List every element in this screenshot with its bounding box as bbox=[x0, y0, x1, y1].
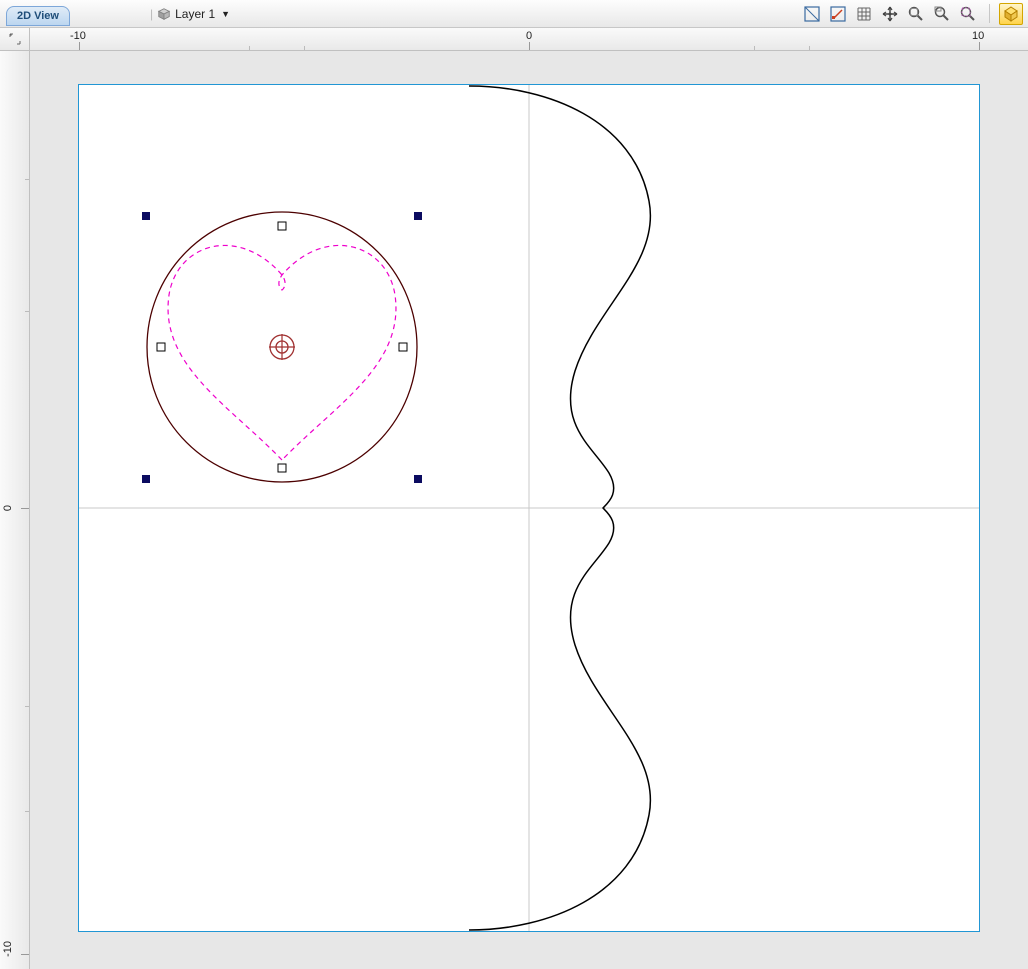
ruler-horizontal[interactable]: -10 0 10 bbox=[30, 28, 1028, 51]
snap-object-button[interactable] bbox=[800, 3, 824, 25]
zoom-extents-button[interactable] bbox=[904, 3, 928, 25]
origin-marker-icon bbox=[9, 33, 21, 45]
layer-dropdown[interactable]: | Layer 1 ▼ bbox=[148, 0, 232, 27]
ruler-h-pos10-label: 10 bbox=[972, 30, 984, 42]
snap-object-icon bbox=[803, 5, 821, 23]
zoom-window-button[interactable] bbox=[930, 3, 954, 25]
top-toolbar: 2D View 3D View | Layer 1 ▼ bbox=[0, 0, 1028, 28]
ruler-origin-corner[interactable] bbox=[0, 28, 30, 51]
zoom-selection-icon bbox=[959, 5, 977, 23]
tab-2d-view[interactable]: 2D View bbox=[6, 6, 70, 26]
material-boundary[interactable] bbox=[79, 85, 979, 931]
ruler-h-zero-label: 0 bbox=[526, 30, 532, 42]
canvas-viewport[interactable] bbox=[30, 51, 1028, 969]
layer-icon bbox=[157, 7, 171, 21]
zoom-selection-button[interactable] bbox=[956, 3, 980, 25]
tab-3d-view-label: 3D View bbox=[77, 10, 119, 22]
zoom-extents-icon bbox=[907, 5, 925, 23]
ruler-h-neg10-label: -10 bbox=[70, 30, 86, 42]
axis-guides bbox=[79, 85, 979, 931]
snap-point-icon bbox=[829, 5, 847, 23]
toggle-composite-button[interactable] bbox=[999, 3, 1023, 25]
layer-name-label: Layer 1 bbox=[175, 7, 215, 21]
work-area: -10 0 10 0 -10 bbox=[0, 28, 1028, 969]
chevron-down-icon: ▼ bbox=[221, 9, 230, 19]
pan-center-icon bbox=[881, 5, 899, 23]
snap-point-button[interactable] bbox=[826, 3, 850, 25]
tab-3d-view[interactable]: 3D View bbox=[66, 6, 130, 26]
ruler-v-zero-label: 0 bbox=[2, 505, 14, 511]
pan-center-button[interactable] bbox=[878, 3, 902, 25]
tab-2d-view-label: 2D View bbox=[17, 10, 59, 22]
snap-grid-icon bbox=[855, 5, 873, 23]
zoom-window-icon bbox=[933, 5, 951, 23]
center-mark[interactable] bbox=[269, 334, 295, 360]
toggle-composite-icon bbox=[1002, 5, 1020, 23]
ruler-vertical[interactable]: 0 -10 bbox=[0, 51, 30, 969]
ruler-v-neg10-label: -10 bbox=[2, 941, 14, 957]
snap-grid-button[interactable] bbox=[852, 3, 876, 25]
